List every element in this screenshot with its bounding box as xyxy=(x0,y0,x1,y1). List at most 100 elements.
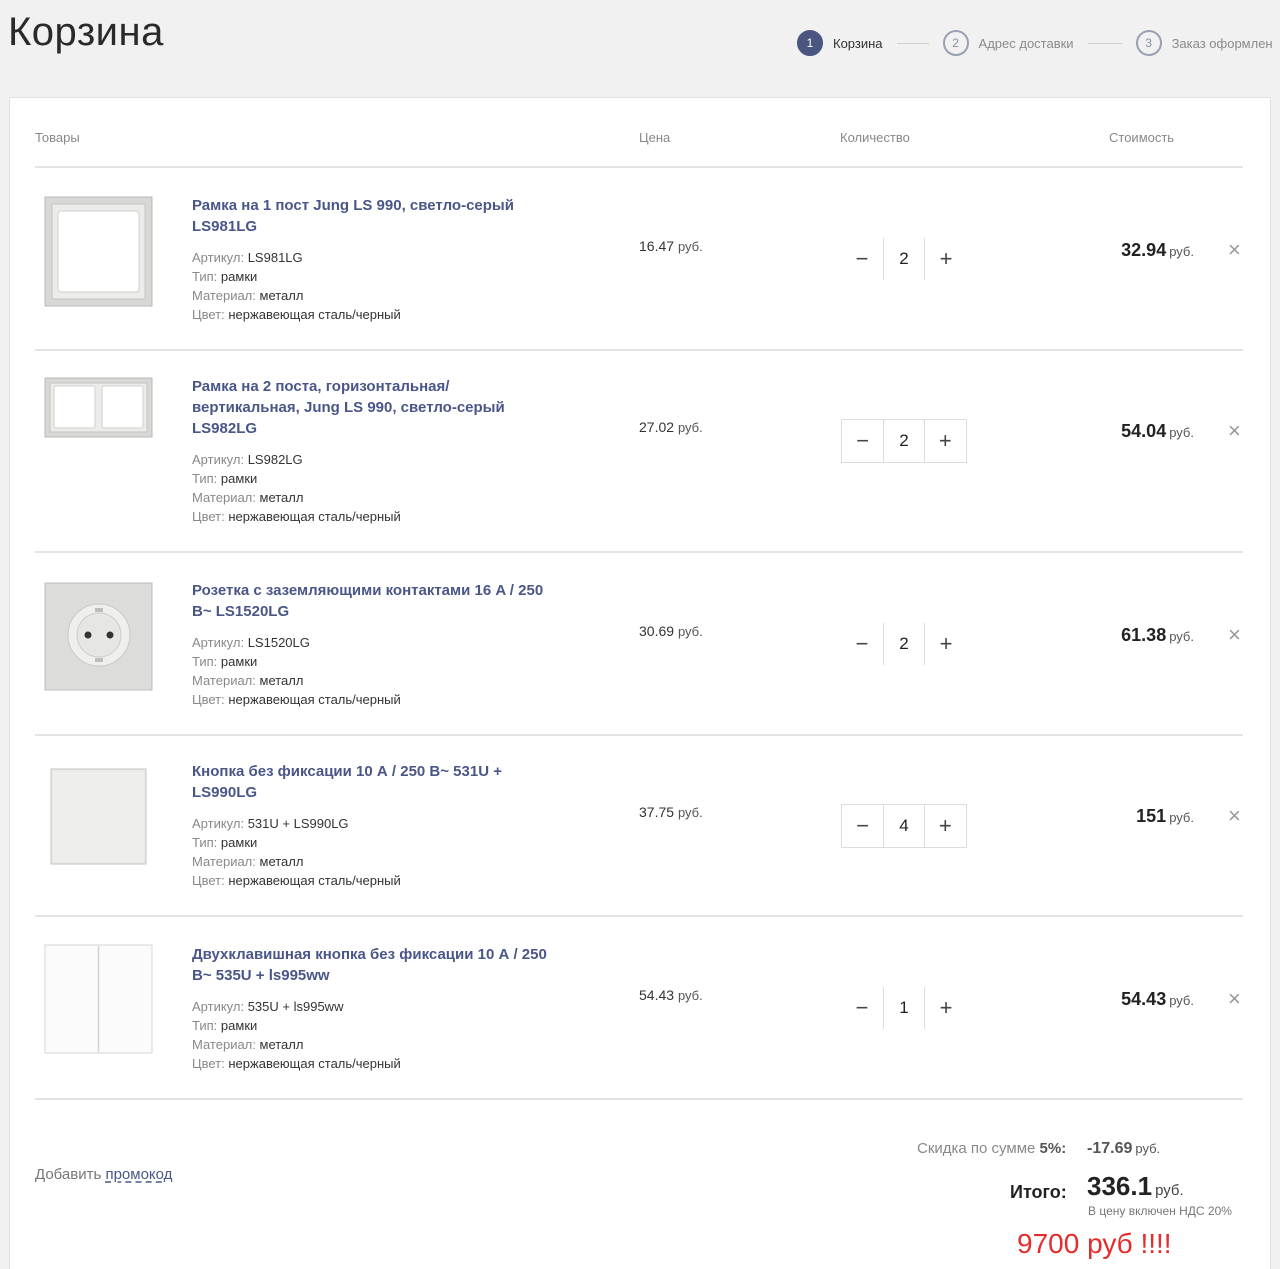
item-title-link[interactable]: Кнопка без фиксации 10 А / 250 В~ 531U +… xyxy=(192,761,552,803)
item-cost: 32.94 руб. xyxy=(1121,240,1194,261)
promo-code-link[interactable]: промокод xyxy=(105,1166,172,1183)
checkout-steps: 1 Корзина 2 Адрес доставки 3 Заказ оформ… xyxy=(797,30,1280,56)
promo-section: Добавить промокод xyxy=(35,1166,172,1183)
currency: руб. xyxy=(677,624,703,639)
decrease-button[interactable]: − xyxy=(841,238,883,280)
price-value: 54.43 xyxy=(639,987,675,1003)
quantity-value[interactable]: 2 xyxy=(883,623,925,665)
prop-label: Цвет: xyxy=(192,307,225,322)
type-value: рамки xyxy=(220,654,258,669)
item-price: 54.43 руб. xyxy=(639,987,703,1003)
remove-item-icon[interactable]: × xyxy=(1228,239,1241,261)
frame-2-icon xyxy=(44,377,153,438)
prop-label: Тип: xyxy=(192,471,218,486)
item-price: 37.75 руб. xyxy=(639,804,703,820)
remove-item-icon[interactable]: × xyxy=(1228,420,1241,442)
currency: руб. xyxy=(1155,1182,1184,1199)
divider xyxy=(35,734,1243,736)
item-title-link[interactable]: Розетка с заземляющими контактами 16 A /… xyxy=(192,580,552,622)
price-value: 37.75 xyxy=(639,804,675,820)
item-title-link[interactable]: Рамка на 1 пост Jung LS 990, светло-серы… xyxy=(192,195,552,237)
decrease-button[interactable]: − xyxy=(842,805,883,847)
type-value: рамки xyxy=(220,269,258,284)
color-value: нержавеющая сталь/черный xyxy=(228,692,401,707)
decrease-button[interactable]: − xyxy=(841,623,883,665)
decrease-button[interactable]: − xyxy=(841,987,883,1029)
material-value: металл xyxy=(259,854,304,869)
frame-1-icon xyxy=(44,196,153,307)
prop-label: Артикул: xyxy=(192,452,245,467)
step-divider xyxy=(1087,42,1122,44)
column-header-goods: Товары xyxy=(35,130,80,145)
currency: руб. xyxy=(677,988,703,1003)
cost-value: 61.38 xyxy=(1121,625,1167,645)
quantity-value[interactable]: 1 xyxy=(883,987,925,1029)
quantity-stepper: − 2 + xyxy=(841,419,967,463)
prop-label: Тип: xyxy=(192,654,218,669)
divider xyxy=(35,1098,1243,1100)
step-cart[interactable]: 1 Корзина xyxy=(797,30,883,56)
type-value: рамки xyxy=(220,1018,258,1033)
step-label: Адрес доставки xyxy=(978,35,1074,51)
material-value: металл xyxy=(259,490,304,505)
price-value: 16.47 xyxy=(639,238,675,254)
step-number: 2 xyxy=(942,30,969,56)
promo-prefix: Добавить xyxy=(35,1166,102,1183)
item-title-link[interactable]: Двухклавишная кнопка без фиксации 10 А /… xyxy=(192,944,552,986)
prop-label: Материал: xyxy=(192,490,256,505)
increase-button[interactable]: + xyxy=(925,238,967,280)
type-value: рамки xyxy=(220,835,258,850)
step-number: 1 xyxy=(797,30,823,56)
prop-label: Артикул: xyxy=(192,999,245,1014)
item-cost: 54.04 руб. xyxy=(1121,421,1194,442)
item-title-link[interactable]: Рамка на 2 поста, горизонтальная/ вертик… xyxy=(192,376,552,439)
double-button-icon xyxy=(44,944,153,1054)
step-delivery-address[interactable]: 2 Адрес доставки xyxy=(942,30,1074,56)
cost-value: 151 xyxy=(1136,806,1167,826)
prop-label: Материал: xyxy=(192,288,256,303)
quantity-value[interactable]: 2 xyxy=(883,420,925,462)
increase-button[interactable]: + xyxy=(925,987,967,1029)
price-value: 27.02 xyxy=(639,419,675,435)
item-price: 27.02 руб. xyxy=(639,419,703,435)
quantity-stepper: − 2 + xyxy=(841,622,967,666)
item-price: 16.47 руб. xyxy=(639,238,703,254)
red-annotation: 9700 руб !!!! xyxy=(1017,1228,1172,1259)
currency: руб. xyxy=(677,805,703,820)
increase-button[interactable]: + xyxy=(925,623,967,665)
prop-label: Артикул: xyxy=(192,250,245,265)
step-number: 3 xyxy=(1135,30,1162,56)
button-icon xyxy=(50,768,147,865)
color-value: нержавеющая сталь/черный xyxy=(228,509,401,524)
divider xyxy=(35,915,1243,917)
column-header-price: Цена xyxy=(639,130,671,145)
increase-button[interactable]: + xyxy=(925,805,966,847)
increase-button[interactable]: + xyxy=(925,420,966,462)
remove-item-icon[interactable]: × xyxy=(1228,988,1241,1010)
prop-label: Материал: xyxy=(192,1037,256,1052)
item-properties: Артикул: LS1520LG Тип: рамки Материал: м… xyxy=(192,633,401,709)
remove-item-icon[interactable]: × xyxy=(1228,805,1241,827)
item-cost: 61.38 руб. xyxy=(1121,625,1194,646)
quantity-value[interactable]: 4 xyxy=(883,805,925,847)
currency: руб. xyxy=(1169,425,1194,440)
discount-value: -17.69 xyxy=(1087,1140,1133,1157)
quantity-stepper: − 4 + xyxy=(841,804,967,848)
prop-label: Цвет: xyxy=(192,873,225,888)
material-value: металл xyxy=(259,673,304,688)
prop-label: Цвет: xyxy=(192,509,225,524)
article-value: LS1520LG xyxy=(247,635,310,650)
remove-item-icon[interactable]: × xyxy=(1228,624,1241,646)
prop-label: Артикул: xyxy=(192,816,245,831)
prop-label: Материал: xyxy=(192,673,256,688)
color-value: нержавеющая сталь/черный xyxy=(228,307,401,322)
prop-label: Тип: xyxy=(192,1018,218,1033)
quantity-value[interactable]: 2 xyxy=(883,238,925,280)
color-value: нержавеющая сталь/черный xyxy=(228,1056,401,1071)
currency: руб. xyxy=(1135,1141,1161,1156)
cost-value: 32.94 xyxy=(1121,240,1167,260)
decrease-button[interactable]: − xyxy=(842,420,883,462)
currency: руб. xyxy=(677,239,703,254)
step-order-complete[interactable]: 3 Заказ оформлен xyxy=(1135,30,1273,56)
prop-label: Материал: xyxy=(192,854,256,869)
